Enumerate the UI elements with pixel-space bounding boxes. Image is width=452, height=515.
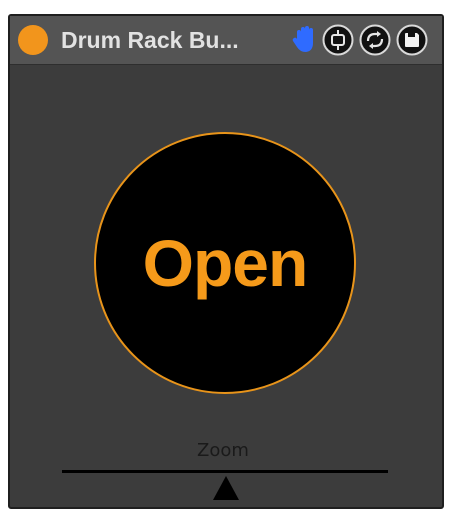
hand-icon[interactable] xyxy=(292,25,320,55)
device-title: Drum Rack Bu... xyxy=(61,27,239,53)
zoom-slider-thumb[interactable] xyxy=(213,476,239,500)
device-title-bar: Drum Rack Bu... xyxy=(10,16,442,65)
map-mode-icon[interactable] xyxy=(322,24,354,56)
device-window: Drum Rack Bu... Open Zoom xyxy=(8,14,444,509)
open-button-label: Open xyxy=(142,226,309,300)
open-button[interactable]: Open xyxy=(94,132,356,394)
zoom-slider-track[interactable] xyxy=(62,470,388,473)
hot-swap-icon[interactable] xyxy=(359,24,391,56)
power-toggle-icon[interactable] xyxy=(18,25,48,55)
save-preset-icon[interactable] xyxy=(396,24,428,56)
zoom-label: Zoom xyxy=(197,440,249,461)
